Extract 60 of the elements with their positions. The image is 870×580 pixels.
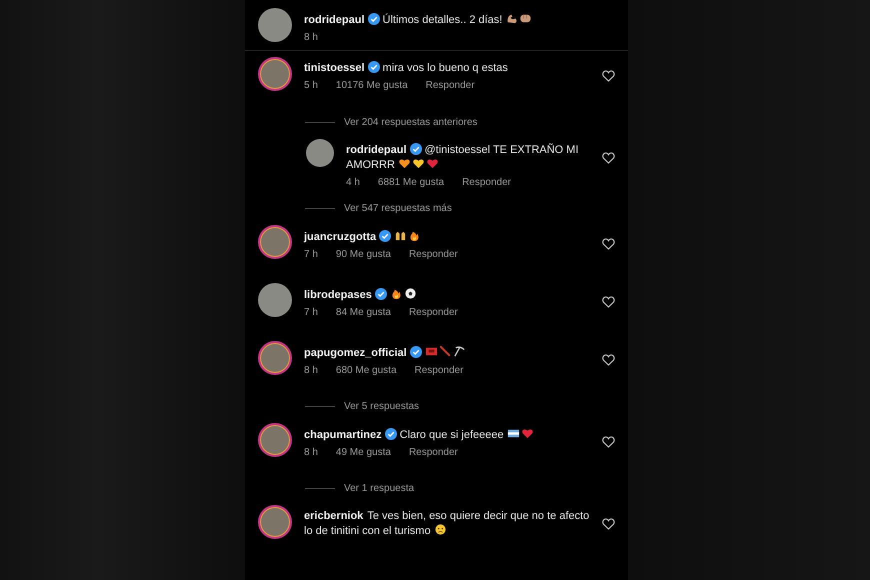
likes-count[interactable]: 49 Me gusta [336,447,391,458]
pickaxe-icon [452,345,466,358]
avatar[interactable] [258,283,292,317]
comment-time: 7 h [304,307,318,318]
comment-time: 8 h [304,365,318,376]
view-replies-link[interactable]: Ver 204 respuestas anteriores [344,116,478,128]
flag-icon [424,345,438,358]
heart-icon [520,427,534,440]
like-heart-icon[interactable] [602,354,615,366]
avatar[interactable] [258,57,292,91]
comment-text: papugomez_official [304,345,594,360]
comment-text: chapumartinez Claro que si jefeeeee [304,427,594,442]
caption-text: rodridepaul Últimos detalles.. 2 días! [304,12,615,27]
like-heart-icon[interactable] [602,152,615,164]
comment-time: 8 h [304,447,318,458]
reply-link[interactable]: Responder [408,249,458,260]
comment-text: tinistoessel mira vos lo bueno q estas [304,61,509,75]
comment-text: librodepases [304,287,594,302]
view-replies-link[interactable]: Ver 547 respuestas más [344,202,452,214]
heart-icon [426,157,439,170]
likes-count[interactable]: 680 Me gusta [336,365,397,376]
flame-icon [408,229,422,242]
reply-link[interactable]: Responder [408,447,458,458]
comment-text: rodridepaul @tinistoessel TE EXTRAÑO MI AMORRR [346,143,580,172]
avatar[interactable] [258,505,292,539]
comment-time: 7 h [304,249,318,260]
fist-icon [519,12,532,25]
view-replies-link[interactable]: Ver 5 respuestas [344,400,420,412]
flame-icon [390,287,403,300]
reply-link[interactable]: Responder [426,80,475,91]
heart-icon [398,157,411,170]
like-heart-icon[interactable] [602,70,615,82]
avatar[interactable] [258,423,292,457]
avatar[interactable] [258,8,292,42]
like-heart-icon[interactable] [602,238,615,250]
like-heart-icon[interactable] [602,518,615,530]
like-heart-icon[interactable] [602,436,615,448]
comment-time: 5 h [304,80,318,91]
reply-link[interactable]: Responder [414,365,464,376]
reply-link[interactable]: Responder [462,177,511,188]
comment-time: 4 h [346,177,360,188]
avatar[interactable] [306,139,334,167]
flexed-arm-icon [505,12,518,25]
reply-link[interactable]: Responder [408,307,458,318]
likes-count[interactable]: 10176 Me gusta [336,80,408,91]
avatar[interactable] [258,341,292,375]
heart-icon [412,157,425,170]
avatar[interactable] [258,225,292,259]
flag-icon [506,427,520,440]
likes-count[interactable]: 84 Me gusta [336,307,391,318]
view-replies-link[interactable]: Ver 1 respuesta [344,482,414,494]
like-heart-icon[interactable] [602,296,615,308]
caption-time: 8 h [304,32,318,43]
comment-text: juancruzgotta [304,229,594,244]
soccer-ball-icon [404,287,417,300]
likes-count[interactable]: 90 Me gusta [336,249,391,260]
comment-text: ericberniok Te ves bien, eso quiere decir que no te afecto lo de tinitini con el turismo [304,509,590,538]
bat-icon [438,345,452,358]
likes-count[interactable]: 6881 Me gusta [378,177,444,188]
face-icon [434,523,447,536]
